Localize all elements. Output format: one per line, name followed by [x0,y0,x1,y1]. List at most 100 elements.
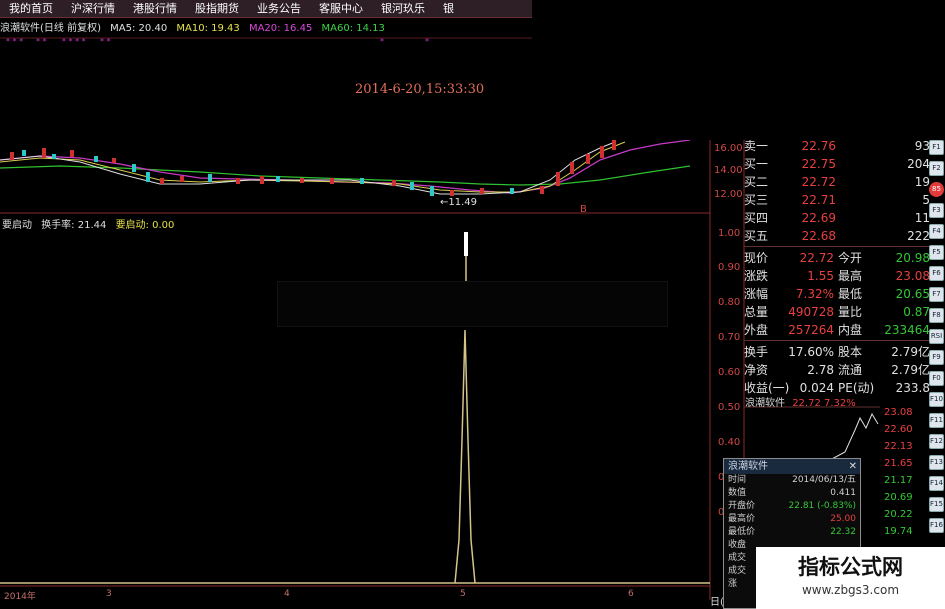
toolbar-icon[interactable]: F16 [929,518,944,533]
toolbar-icon[interactable]: F6 [929,266,944,281]
quote-label: 股本 [838,345,863,359]
quote-label: 最低 [838,287,863,301]
quote-label: 现价 [744,251,769,265]
redaction-box [277,281,668,327]
toolbar-icon[interactable]: F4 [929,224,944,239]
watermark-url: www.zbgs3.com [801,583,900,597]
quote-value: 22.72 [799,251,834,265]
quote-label: 今开 [838,251,863,265]
indicator-label-row: 要启动 换手率: 21.44 要启动: 0.00 [2,216,174,231]
quote-value: 0.87 [903,305,930,319]
svg-text:23.08: 23.08 [884,407,913,418]
popup-header[interactable]: 浪潮软件 ✕ [724,459,860,474]
watermark-logo: 指标公式网 www.zbgs3.com [756,547,945,609]
quote-value: 1.55 [807,269,834,283]
popup-label: 开盘价 [728,501,756,511]
order-volume: 222 [907,229,930,243]
quote-row: 换手 17.60% 股本 2.79亿 [744,343,930,361]
quote-row: 净资 2.78 流通 2.79亿 [744,361,930,379]
toolbar-icon[interactable]: F11 [929,413,944,428]
quote-label: 量比 [838,305,863,319]
quote-label: 流通 [838,363,863,377]
toolbar-icon[interactable]: F7 [929,287,944,302]
quote-stats: 现价 22.72 今开 20.98 涨跌 1.55 最高 23.08 涨幅 7.32% 最低 20.6… [744,249,930,339]
quote-label: 换手 [744,345,769,359]
quote-row: 现价 22.72 今开 20.98 [744,249,930,267]
toolbar-icon[interactable]: F10 [929,392,944,407]
popup-value: 22.32 [830,527,856,537]
popup-value: 25.00 [830,514,856,524]
popup-row: 数值 0.411 [724,487,860,500]
svg-text:22.60: 22.60 [884,424,913,435]
ind-tick: 0.50 [718,402,740,413]
quote-value: 2.78 [807,363,834,377]
order-book-row: 买三 22.71 5 [744,191,930,209]
ind-tick: 0.70 [718,332,740,343]
order-price: 22.71 [801,193,836,207]
toolbar-icon[interactable]: F3 [929,203,944,218]
date-tick: 4 [284,589,290,599]
popup-row: 开盘价 22.81 (-0.83%) [724,500,860,513]
close-icon[interactable]: ✕ [849,459,857,474]
price-tick: 16.00 [714,143,743,154]
order-book-row: 买四 22.69 11 [744,209,930,227]
date-tick: 3 [106,589,112,599]
toolbar-icon[interactable]: F8 [929,308,944,323]
toolbar-icon[interactable]: 85 [929,182,944,197]
toolbar-icon[interactable]: F12 [929,434,944,449]
ticker-name: 浪潮软件 [745,398,785,409]
svg-text:* * *: * * * [6,37,23,46]
date-tick: 5 [460,589,466,599]
order-book-row: 卖一 22.76 93 [744,137,930,155]
order-price: 22.72 [801,175,836,189]
order-volume: 93 [914,139,930,153]
quote-label: 涨跌 [744,269,769,283]
toolbar-icon[interactable]: F5 [929,245,944,260]
indicator-spike-line [454,329,476,584]
popup-label: 时间 [728,475,747,485]
ind-tick: 0.80 [718,297,740,308]
quote-value: 17.60% [788,345,834,359]
svg-text:21.17: 21.17 [884,475,913,486]
toolbar-icon[interactable]: F14 [929,476,944,491]
toolbar-icon[interactable]: F13 [929,455,944,470]
svg-text:*: * [380,37,384,46]
ticker-price: 22.72 [792,398,821,409]
right-toolbar: F1 F2 85 F3 F4 F5 F6 F7 F8 RSI F9 F0 F10 F11 F12 F13 F14… [928,140,945,560]
period-marker: B [580,204,587,215]
toolbar-icon[interactable]: RSI [929,329,944,344]
quote-value: 233.8 [895,381,930,395]
quote-row: 外盘 257264 内盘 233464 [744,321,930,339]
quote-panel: 卖一 22.76 93 买一 22.75 204 买二 22.72 19 买三 22.71 5 买四 22… [744,137,930,397]
quote-label: 内盘 [838,323,863,337]
popup-label: 数值 [728,488,747,498]
order-price: 22.76 [801,139,836,153]
toolbar-icon[interactable]: F2 [929,161,944,176]
svg-text:20.69: 20.69 [884,492,913,503]
popup-value: 22.81 (-0.83%) [788,501,857,511]
order-label: 买二 [744,175,769,189]
period-label: 日( [710,597,724,608]
toolbar-icon[interactable]: F15 [929,497,944,512]
ticker-pct: 7.32% [824,398,856,409]
price-tick: 14.00 [714,165,743,176]
ma20-line [0,139,691,194]
price-tick: 12.00 [714,189,743,200]
quote-label: 涨幅 [744,287,769,301]
order-volume: 204 [907,157,930,171]
indicator-name: 要启动 [2,220,32,231]
quote-value: 7.32% [795,287,834,301]
signal-label: 要启动: 0.00 [115,220,175,231]
order-label: 卖一 [744,139,769,153]
toolbar-icon[interactable]: F9 [929,350,944,365]
popup-label: 最低价 [728,527,756,537]
svg-text:*: * [425,37,429,46]
ind-tick: 0.60 [718,367,740,378]
order-label: 买五 [744,229,769,243]
svg-text:20.22: 20.22 [884,509,913,520]
order-book-row: 买一 22.75 204 [744,155,930,173]
top-right-blank [532,0,945,140]
toolbar-icon[interactable]: F1 [929,140,944,155]
ind-tick: 0.90 [718,262,740,273]
toolbar-icon[interactable]: F0 [929,371,944,386]
